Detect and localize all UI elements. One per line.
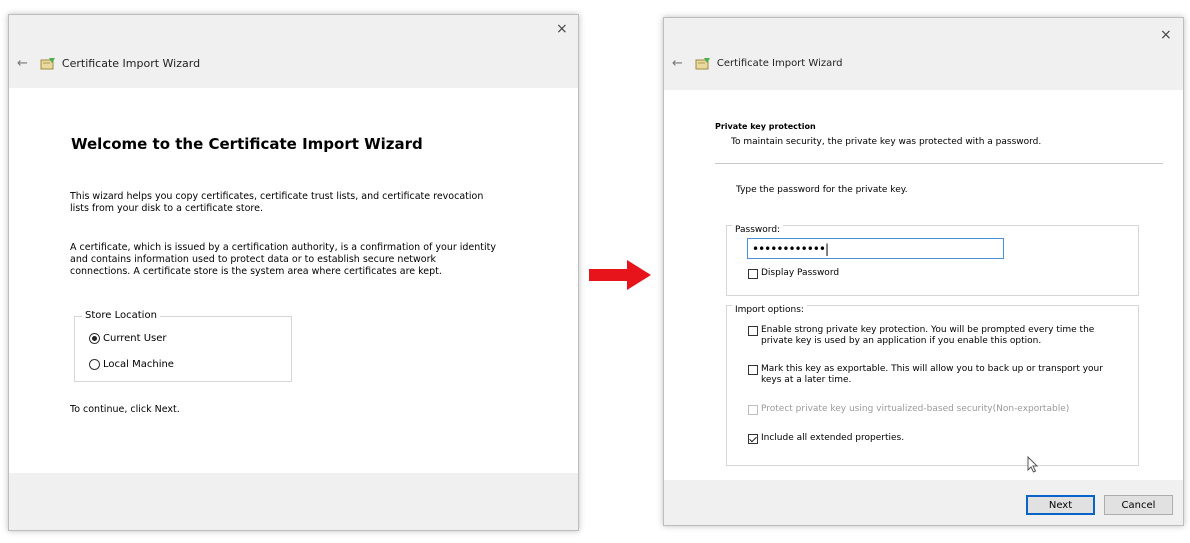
description-text: A certificate, which is issued by a cert… (70, 242, 540, 278)
checkbox-label: Protect private key using virtualized-ba… (761, 404, 1070, 414)
window-title: Certificate Import Wizard (716, 58, 843, 69)
radio-button[interactable] (89, 333, 100, 344)
radio-label: Current User (103, 333, 167, 344)
password-prompt: Type the password for the private key. (736, 185, 908, 195)
display-password-checkbox[interactable]: Display Password (748, 268, 839, 279)
radio-label: Local Machine (103, 359, 174, 370)
certificate-wizard-icon (695, 57, 710, 69)
import-options-label: Import options: (732, 304, 807, 316)
password-group: Password: (726, 224, 1139, 296)
option-line: keys at a later time. (761, 375, 852, 385)
store-location-label: Store Location (82, 310, 160, 322)
option-line: private key is used by an application if… (761, 336, 1042, 346)
store-location-group: Store Location Current User Local Machin… (74, 310, 292, 382)
checkbox[interactable] (748, 269, 758, 279)
title-bar: ← Certificate Import Wizard (17, 56, 200, 71)
checkbox-label: Display Password (761, 268, 840, 278)
checkbox-label: Mark this key as exportable. This will a… (761, 364, 1103, 386)
section-subtitle: To maintain security, the private key wa… (731, 137, 1042, 147)
password-label: Password: (732, 224, 784, 236)
radio-button[interactable] (89, 359, 100, 370)
strong-protection-checkbox[interactable]: Enable strong private key protection. Yo… (748, 325, 1094, 347)
checkbox (748, 405, 758, 415)
close-icon[interactable]: × (556, 21, 568, 37)
cancel-button[interactable]: Cancel (1104, 495, 1173, 515)
mouse-cursor-icon (1027, 456, 1039, 473)
desc-line-1: A certificate, which is issued by a cert… (70, 242, 497, 253)
back-arrow-icon[interactable]: ← (17, 56, 28, 71)
extended-properties-checkbox[interactable]: Include all extended properties. (748, 433, 904, 444)
desc-line-3: connections. A certificate store is the … (70, 266, 442, 277)
virtualized-security-checkbox: Protect private key using virtualized-ba… (748, 404, 1069, 415)
welcome-dialog: × ← Certificate Import Wizard Welcome to… (8, 14, 579, 531)
divider (715, 163, 1163, 164)
checkbox[interactable] (748, 434, 758, 444)
desc-line-2: and contains information used to protect… (70, 254, 437, 265)
continue-text: To continue, click Next. (70, 404, 180, 415)
page-title: Welcome to the Certificate Import Wizard (71, 135, 423, 153)
section-title: Private key protection (715, 122, 816, 131)
wizard-content: Welcome to the Certificate Import Wizard… (9, 88, 578, 473)
option-line: Enable strong private key protection. Yo… (761, 325, 1095, 335)
radio-current-user[interactable]: Current User (89, 333, 167, 344)
checkbox[interactable] (748, 326, 758, 336)
checkbox-label: Include all extended properties. (761, 433, 905, 443)
intro-text: This wizard helps you copy certificates,… (70, 191, 540, 215)
checkbox[interactable] (748, 365, 758, 375)
next-button[interactable]: Next (1026, 495, 1095, 515)
close-icon[interactable]: × (1160, 27, 1172, 43)
wizard-content: Private key protection To maintain secur… (664, 90, 1183, 480)
intro-line-1: This wizard helps you copy certificates,… (70, 191, 484, 202)
title-bar: ← Certificate Import Wizard (672, 56, 843, 71)
window-title: Certificate Import Wizard (61, 57, 201, 70)
right-arrow-icon (589, 260, 651, 290)
option-line: Mark this key as exportable. This will a… (761, 364, 1103, 374)
exportable-checkbox[interactable]: Mark this key as exportable. This will a… (748, 364, 1103, 386)
back-arrow-icon[interactable]: ← (672, 56, 683, 71)
certificate-wizard-icon (40, 57, 55, 69)
radio-local-machine[interactable]: Local Machine (89, 359, 174, 370)
checkbox-label: Enable strong private key protection. Yo… (761, 325, 1094, 347)
intro-line-2: lists from your disk to a certificate st… (70, 203, 263, 214)
password-input[interactable] (747, 238, 1004, 259)
private-key-dialog: × ← Certificate Import Wizard Private ke… (663, 17, 1184, 526)
